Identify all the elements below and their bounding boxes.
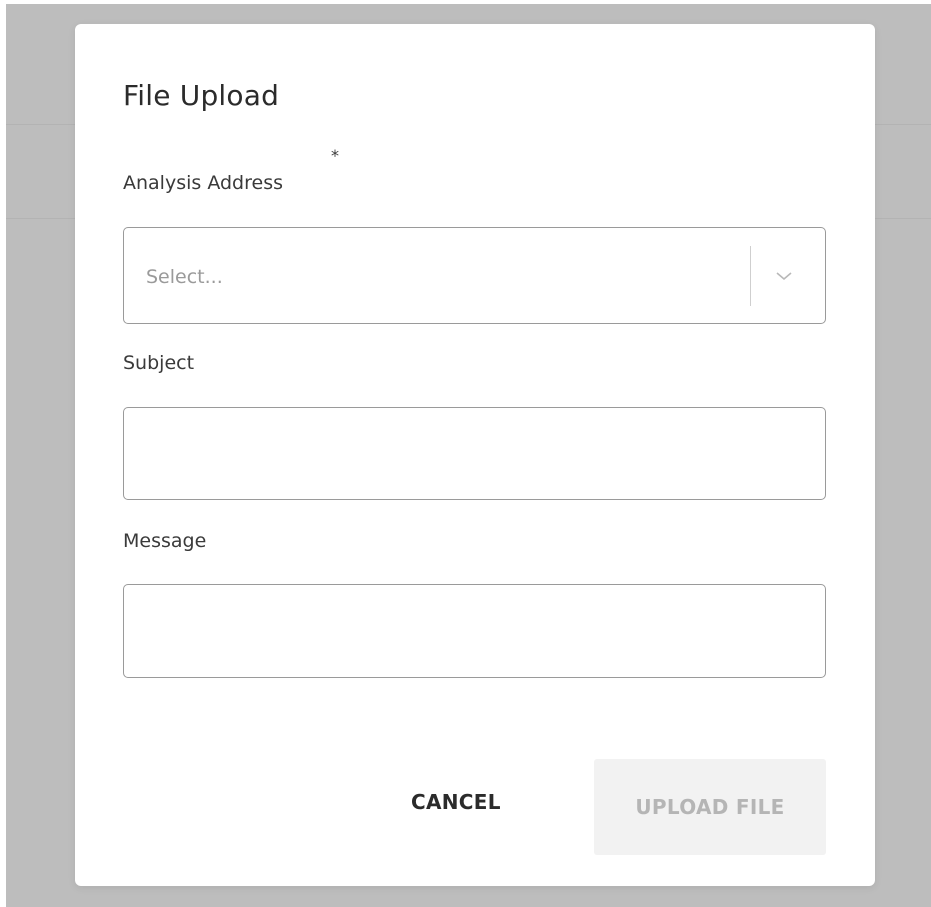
subject-label: Subject xyxy=(123,352,195,374)
analysis-address-select[interactable]: Select... xyxy=(123,227,826,324)
cancel-button[interactable]: CANCEL xyxy=(411,790,501,814)
analysis-address-label: Analysis Address xyxy=(123,172,283,194)
select-placeholder: Select... xyxy=(146,266,223,288)
chevron-down-icon[interactable] xyxy=(772,266,796,286)
subject-input[interactable] xyxy=(123,407,826,500)
message-label: Message xyxy=(123,530,207,552)
file-upload-dialog: File Upload Analysis Address * Select...… xyxy=(75,24,875,886)
upload-file-button[interactable]: UPLOAD FILE xyxy=(594,759,826,855)
select-separator xyxy=(750,246,751,306)
dialog-title: File Upload xyxy=(123,79,280,112)
required-asterisk: * xyxy=(331,146,339,165)
message-input[interactable] xyxy=(123,584,826,678)
